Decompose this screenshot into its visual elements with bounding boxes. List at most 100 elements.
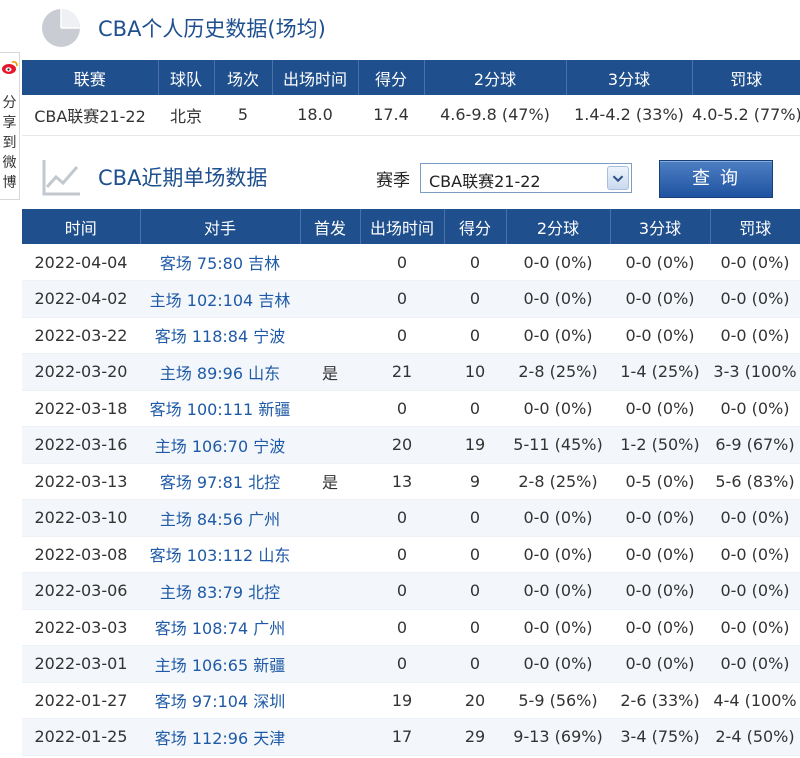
- share-label: 分 享 到 微 博: [0, 93, 19, 193]
- table-cell: [300, 609, 360, 646]
- table-row: 2022-01-27 客场 97:104 深圳 19 20 5-9 (56%) 2-6 (…: [22, 682, 800, 719]
- table-cell: 0: [469, 398, 481, 418]
- opponent-link[interactable]: 客场 118:84 宁波: [140, 317, 300, 354]
- col-header: 3分球: [566, 60, 693, 95]
- season-select[interactable]: CBA联赛21-22: [420, 163, 632, 193]
- table-row: 2022-03-22 客场 118:84 宁波 0 0 0-0 (0%) 0-0 (0%)…: [22, 317, 800, 354]
- table-cell: 0: [396, 398, 408, 418]
- table-cell: 2022-04-02: [34, 289, 128, 309]
- recent-games-body: 2022-04-04 客场 75:80 吉林 0 0 0-0 (0%) 0-0 (0%) 0…: [22, 244, 800, 755]
- table-cell: [300, 390, 360, 427]
- table-cell: [300, 317, 360, 354]
- table-cell: 0: [396, 289, 408, 309]
- recent-title: CBA近期单场数据: [98, 166, 268, 190]
- table-cell: CBA联赛21-22: [34, 106, 146, 126]
- table-cell: 0-0 (0%): [523, 508, 593, 528]
- col-header: 得分: [358, 60, 425, 95]
- table-cell: 2022-03-03: [34, 617, 128, 637]
- col-header: 罚球: [710, 209, 800, 244]
- opponent-link[interactable]: 客场 97:81 北控: [140, 463, 300, 500]
- table-cell: 3-3 (100%: [713, 362, 797, 382]
- table-cell: 1-2 (50%): [620, 435, 700, 455]
- table-cell: 18.0: [297, 105, 333, 125]
- share-char: 微: [2, 155, 17, 171]
- table-row: 2022-04-02 主场 102:104 吉林 0 0 0-0 (0%) 0-0 (0%…: [22, 280, 800, 318]
- table-cell: 17: [391, 727, 413, 747]
- table-cell: [300, 719, 360, 756]
- recent-games-table: 时间 对手 首发 出场时间 得分 2分球 3分球 罚球 2022-04-04 客场…: [22, 209, 800, 756]
- table-cell: 0: [396, 654, 408, 674]
- table-cell: 是: [321, 363, 338, 383]
- table-cell: 0: [469, 544, 481, 564]
- col-header: 出场时间: [360, 209, 445, 244]
- table-cell: [300, 536, 360, 573]
- table-cell: 5: [237, 105, 249, 125]
- table-cell: 9: [469, 471, 481, 491]
- table-cell: 0: [396, 617, 408, 637]
- opponent-link[interactable]: 客场 112:96 天津: [140, 719, 300, 756]
- opponent-link[interactable]: 主场 106:65 新疆: [140, 646, 300, 683]
- table-cell: 0-0 (0%): [720, 581, 790, 601]
- share-char: 分: [2, 95, 17, 111]
- table-cell: 0-0 (0%): [625, 252, 695, 272]
- line-chart-icon: [42, 160, 80, 196]
- table-cell: 0-0 (0%): [625, 544, 695, 564]
- opponent-link[interactable]: 主场 106:70 宁波: [140, 427, 300, 464]
- col-header: 罚球: [692, 60, 800, 95]
- table-cell: 20: [464, 690, 486, 710]
- table-row: 2022-03-01 主场 106:65 新疆 0 0 0-0 (0%) 0-0 (0%)…: [22, 645, 800, 683]
- weibo-icon: [2, 61, 18, 74]
- table-row: 2022-03-06 主场 83:79 北控 0 0 0-0 (0%) 0-0 (0%) 0…: [22, 572, 800, 610]
- table-cell: 0-0 (0%): [625, 325, 695, 345]
- table-cell: 5-9 (56%): [518, 690, 598, 710]
- table-cell: 0-0 (0%): [523, 325, 593, 345]
- table-row: 2022-03-08 客场 103:112 山东 0 0 0-0 (0%) 0-0 (0%…: [22, 536, 800, 573]
- table-cell: 1.4-4.2 (33%): [574, 105, 684, 125]
- table-cell: 0: [396, 581, 408, 601]
- col-header: 2分球: [424, 60, 567, 95]
- col-header: 对手: [140, 209, 301, 244]
- table-cell: 0-0 (0%): [720, 508, 790, 528]
- opponent-link[interactable]: 主场 84:56 广州: [140, 500, 300, 537]
- table-cell: 0: [469, 252, 481, 272]
- opponent-link[interactable]: 客场 75:80 吉林: [140, 244, 300, 281]
- table-row: 2022-03-20 主场 89:96 山东 是 21 10 2-8 (25%) 1-4 (…: [22, 353, 800, 391]
- table-cell: 10: [464, 362, 486, 382]
- table-cell: 0-0 (0%): [625, 617, 695, 637]
- table-cell: 0-0 (0%): [625, 654, 695, 674]
- table-cell: 2-8 (25%): [518, 471, 598, 491]
- table-cell: 4.6-9.8 (47%): [440, 105, 550, 125]
- opponent-link[interactable]: 主场 83:79 北控: [140, 573, 300, 610]
- table-cell: 13: [391, 471, 413, 491]
- table-cell: 0: [469, 654, 481, 674]
- table-cell: 0-0 (0%): [625, 581, 695, 601]
- table-cell: 21: [391, 362, 413, 382]
- opponent-link[interactable]: 客场 103:112 山东: [140, 536, 300, 573]
- opponent-link[interactable]: 客场 100:111 新疆: [140, 390, 300, 427]
- col-header: 球队: [158, 60, 215, 95]
- recent-section-title: CBA近期单场数据: [40, 156, 267, 198]
- opponent-link[interactable]: 客场 108:74 广州: [140, 609, 300, 646]
- opponent-link[interactable]: 主场 102:104 吉林: [140, 281, 300, 318]
- table-cell: 9-13 (69%): [513, 727, 603, 747]
- table-cell: [300, 281, 360, 318]
- table-cell: 19: [391, 690, 413, 710]
- table-row: CBA联赛21-22 北京 5 18.0 17.4 4.6-9.8 (47%) …: [22, 95, 800, 135]
- table-cell: 0-0 (0%): [523, 654, 593, 674]
- share-to-weibo[interactable]: 分 享 到 微 博: [0, 52, 20, 200]
- table-cell: 6-9 (67%): [715, 435, 795, 455]
- table-cell: 5-11 (45%): [513, 435, 603, 455]
- col-header: 3分球: [610, 209, 711, 244]
- query-button[interactable]: 查询: [659, 160, 773, 198]
- opponent-link[interactable]: 主场 89:96 山东: [140, 354, 300, 391]
- table-cell: 17.4: [373, 105, 409, 125]
- table-cell: 0-0 (0%): [523, 398, 593, 418]
- table-row: 2022-03-18 客场 100:111 新疆 0 0 0-0 (0%) 0-0 (0%…: [22, 390, 800, 427]
- table-cell: 0-5 (0%): [625, 471, 695, 491]
- table-cell: 2-4 (50%): [715, 727, 795, 747]
- table-cell: 29: [464, 727, 486, 747]
- chevron-down-icon[interactable]: [607, 166, 629, 190]
- opponent-link[interactable]: 客场 97:104 深圳: [140, 682, 300, 719]
- table-cell: 0: [396, 325, 408, 345]
- table-cell: [300, 244, 360, 281]
